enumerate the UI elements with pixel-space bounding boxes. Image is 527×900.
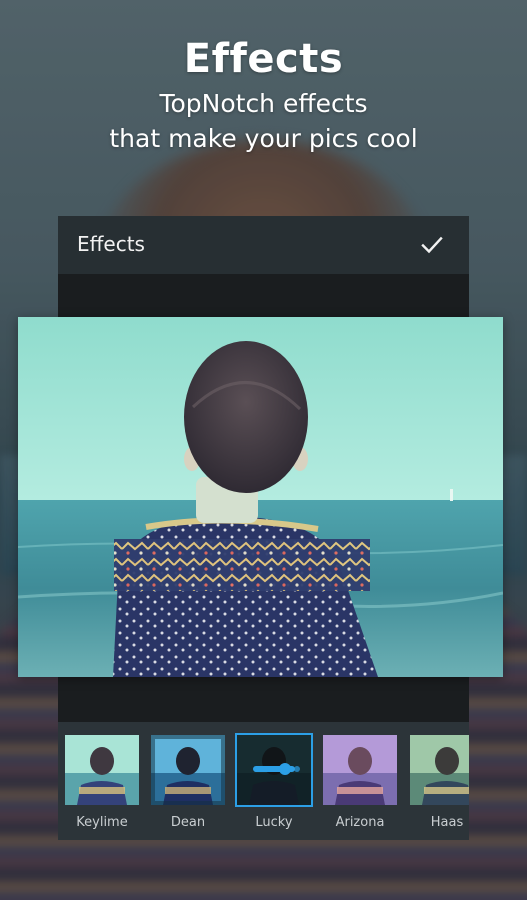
adjust-slider-icon[interactable] — [237, 735, 311, 805]
effect-label: Haas — [430, 815, 464, 830]
effect-thumbnail-image — [65, 735, 139, 805]
effect-thumbnail — [236, 734, 312, 806]
effect-lucky[interactable]: Lucky — [236, 734, 312, 834]
effect-thumbnail-image — [410, 735, 469, 805]
effect-label: Lucky — [255, 815, 293, 830]
toolbar: Effects — [58, 216, 469, 274]
effect-thumbnail — [150, 734, 226, 806]
effect-thumbnail-image — [151, 735, 225, 805]
toolbar-title: Effects — [77, 232, 145, 256]
check-icon — [421, 236, 443, 254]
effect-thumbnail-image — [323, 735, 397, 805]
apply-button[interactable] — [415, 228, 449, 262]
promo-subtitle: TopNotch effects that make your pics coo… — [0, 86, 527, 156]
edited-photo — [18, 317, 503, 677]
effect-thumbnail — [64, 734, 140, 806]
effect-thumbnail — [322, 734, 398, 806]
effects-strip[interactable]: Keylime Dean Lucky Arizona Haas — [58, 722, 469, 840]
effect-dean[interactable]: Dean — [150, 734, 226, 834]
effect-label: Arizona — [335, 815, 385, 830]
effect-label: Keylime — [76, 815, 128, 830]
effect-haas[interactable]: Haas — [409, 734, 469, 834]
effect-keylime[interactable]: Keylime — [64, 734, 140, 834]
effect-arizona[interactable]: Arizona — [322, 734, 398, 834]
screen: Effects TopNotch effects that make your … — [0, 0, 527, 900]
photo-image — [18, 317, 503, 677]
promo-subtitle-line-1: TopNotch effects — [159, 89, 368, 118]
promo-title: Effects — [183, 36, 344, 82]
promo-subtitle-line-2: that make your pics cool — [109, 124, 418, 153]
effect-thumbnail — [409, 734, 469, 806]
effect-label: Dean — [170, 815, 206, 830]
